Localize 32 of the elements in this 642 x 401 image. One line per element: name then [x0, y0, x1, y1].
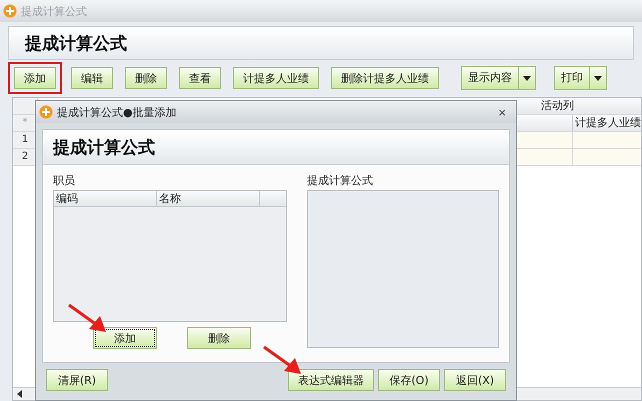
footer-button[interactable]: 保存(O)	[378, 369, 440, 391]
toolbar-button[interactable]: 查看	[179, 67, 221, 89]
footer-button[interactable]: 表达式编辑器	[288, 369, 374, 391]
close-button[interactable]: ×	[496, 104, 508, 120]
column-header: 名称	[157, 191, 260, 206]
column-group-header: 活动列	[541, 98, 575, 114]
toolbar-button[interactable]: 计提多人业绩	[233, 67, 319, 89]
window-title: 提成计算公式	[21, 4, 87, 18]
grid-corner-cell	[13, 98, 38, 114]
add-remove-button[interactable]: 删除	[187, 327, 251, 349]
scroll-left-icon[interactable]	[17, 390, 22, 398]
app-icon	[39, 105, 53, 119]
caret-icon	[523, 76, 531, 80]
staff-list[interactable]: 编码 名称	[53, 190, 287, 322]
section-label: 提成计算公式	[306, 173, 374, 189]
column-header: 编码	[54, 191, 157, 206]
toolbar-button[interactable]: 添加	[14, 67, 56, 89]
dialog-title: 提成计算公式●批量添加	[57, 104, 177, 120]
app-icon	[3, 4, 17, 18]
column-header: 计提多人业绩	[572, 115, 641, 131]
footer-button[interactable]: 清屏(R)	[46, 369, 108, 391]
footer-button[interactable]: 返回(X)	[444, 369, 506, 391]
dropdown-button[interactable]: 显示内容	[461, 66, 536, 90]
dropdown-button[interactable]: 打印	[554, 66, 607, 90]
toolbar-button[interactable]: 编辑	[71, 67, 113, 89]
caret-icon	[594, 76, 602, 80]
dialog-heading: 提成计算公式	[53, 136, 155, 158]
add-remove-button[interactable]: 添加	[93, 327, 157, 349]
toolbar-button[interactable]: 删除	[125, 67, 167, 89]
page-heading: 提成计算公式	[25, 32, 127, 54]
toolbar-button[interactable]: 删除计提多人业绩	[331, 67, 439, 89]
section-label: 职员	[53, 173, 76, 189]
